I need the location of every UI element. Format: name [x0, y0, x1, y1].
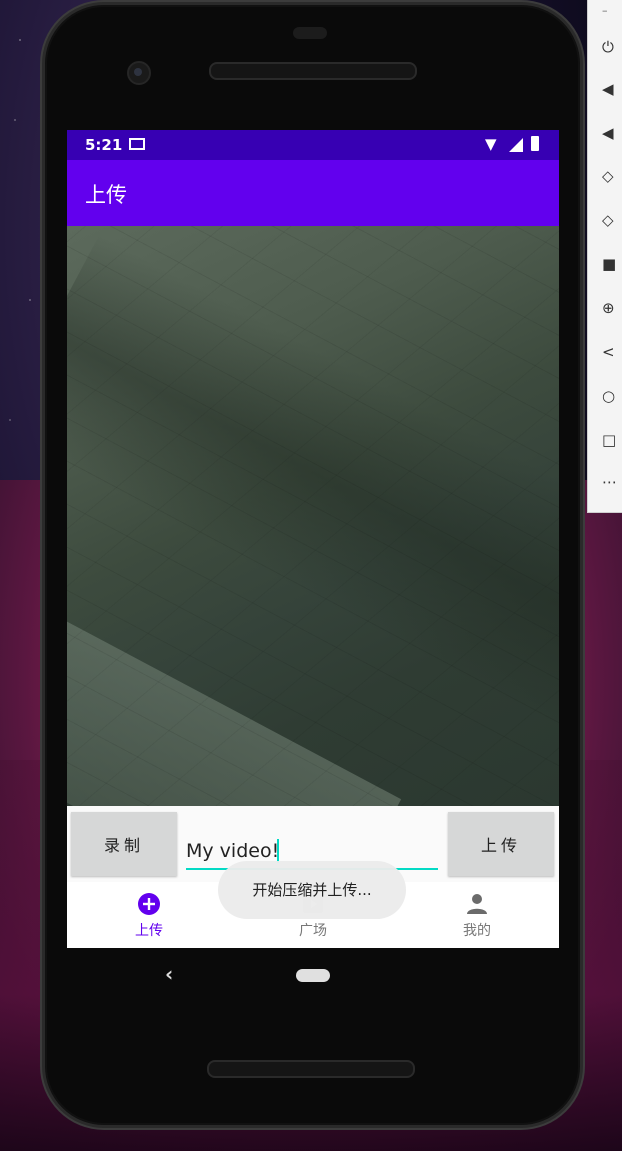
record-button[interactable]: 录制 [71, 812, 177, 876]
wifi-icon: ▼ [485, 135, 497, 153]
top-speaker [209, 62, 417, 80]
front-camera [127, 61, 151, 85]
toast-message: 开始压缩并上传... [218, 861, 406, 919]
rotate-left-icon[interactable]: ◇ [602, 167, 620, 185]
back-icon[interactable]: < [602, 343, 620, 361]
nav-item-mine[interactable]: 我的 [395, 882, 559, 948]
video-preview[interactable] [67, 226, 559, 941]
status-time: 5:21 [85, 136, 123, 154]
nav-label: 我的 [463, 923, 491, 939]
add-circle-icon [138, 893, 160, 915]
app-bar: 上传 [67, 160, 559, 226]
camera-icon[interactable]: ■ [602, 255, 620, 273]
volume-up-icon[interactable]: ◀ [602, 80, 620, 98]
phone-frame: 5:21 ▼ 上传 录制 上传 [42, 2, 583, 1128]
battery-icon [531, 136, 539, 151]
system-home-pill[interactable] [296, 969, 330, 982]
mail-icon [129, 138, 145, 150]
rotate-right-icon[interactable]: ◇ [602, 211, 620, 229]
video-texture [67, 226, 559, 806]
system-back-icon[interactable]: ‹ [165, 962, 173, 986]
volume-down-icon[interactable]: ◀ [602, 124, 620, 142]
more-icon[interactable]: ⋯ [602, 473, 620, 491]
screen: 5:21 ▼ 上传 录制 上传 [67, 130, 559, 948]
bottom-speaker [207, 1060, 415, 1078]
nav-label: 上传 [135, 923, 163, 939]
status-bar: 5:21 ▼ [67, 130, 559, 160]
text-caret [277, 839, 279, 863]
overview-icon[interactable]: □ [602, 431, 620, 449]
minimize-icon[interactable]: – [602, 4, 608, 17]
signal-icon [509, 138, 523, 152]
system-navigation: ‹ [67, 948, 559, 1008]
person-icon [467, 894, 487, 914]
nav-item-upload[interactable]: 上传 [67, 882, 231, 948]
emulator-toolbar: – ⏻ ◀ ◀ ◇ ◇ ■ ⊕ < ○ □ ⋯ [587, 0, 622, 513]
zoom-icon[interactable]: ⊕ [602, 299, 620, 317]
earpiece [293, 27, 327, 39]
page-title: 上传 [85, 183, 127, 207]
upload-button[interactable]: 上传 [448, 812, 554, 876]
nav-label: 广场 [299, 923, 327, 939]
power-icon[interactable]: ⏻ [602, 38, 620, 56]
home-icon[interactable]: ○ [602, 387, 620, 405]
